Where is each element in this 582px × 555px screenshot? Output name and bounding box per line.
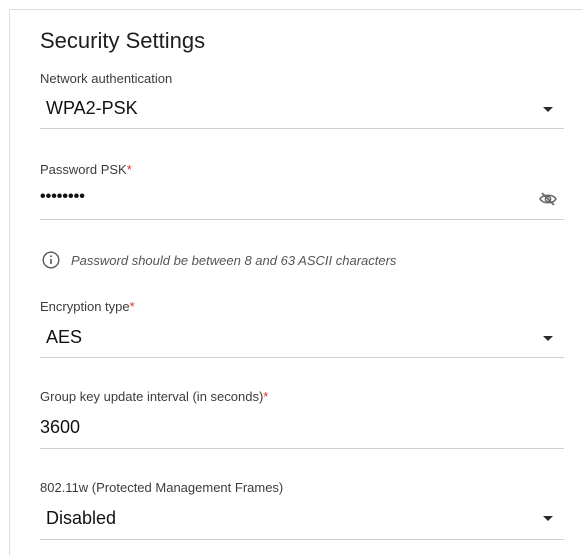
group-key-interval-label: Group key update interval (in seconds)*	[40, 389, 268, 404]
encryption-type-value: AES	[46, 327, 83, 347]
required-mark: *	[126, 162, 132, 177]
required-mark: *	[263, 389, 269, 404]
chevron-down-icon	[543, 336, 553, 341]
security-settings-card	[9, 9, 582, 555]
pmf-value: Disabled	[46, 508, 117, 528]
encryption-type-underline	[40, 357, 564, 358]
encryption-type-label-text: Encryption type	[40, 299, 130, 314]
network-auth-label: Network authentication	[40, 71, 173, 86]
network-auth-underline	[40, 128, 564, 129]
network-auth-value: WPA2-PSK	[46, 98, 138, 118]
pmf-underline	[40, 539, 564, 540]
encryption-type-label: Encryption type*	[40, 299, 135, 314]
password-psk-label-text: Password PSK	[40, 162, 127, 177]
eye-slash-icon[interactable]	[539, 192, 557, 206]
password-psk-value: ••••••••	[40, 188, 85, 205]
group-key-interval-value: 3600	[40, 417, 81, 437]
group-key-interval-underline	[40, 448, 564, 449]
required-mark: *	[129, 299, 135, 314]
password-psk-label: Password PSK*	[40, 162, 132, 177]
section-title: Security Settings	[40, 28, 206, 53]
group-key-interval-label-text: Group key update interval (in seconds)	[40, 389, 264, 404]
pmf-label: 802.11w (Protected Management Frames)	[40, 480, 284, 495]
chevron-down-icon	[543, 516, 553, 521]
password-hint-text: Password should be between 8 and 63 ASCI…	[71, 253, 397, 268]
info-icon	[42, 251, 60, 269]
chevron-down-icon	[543, 107, 553, 112]
password-psk-underline	[40, 219, 564, 220]
page: Security Settings Network authentication…	[0, 0, 582, 555]
